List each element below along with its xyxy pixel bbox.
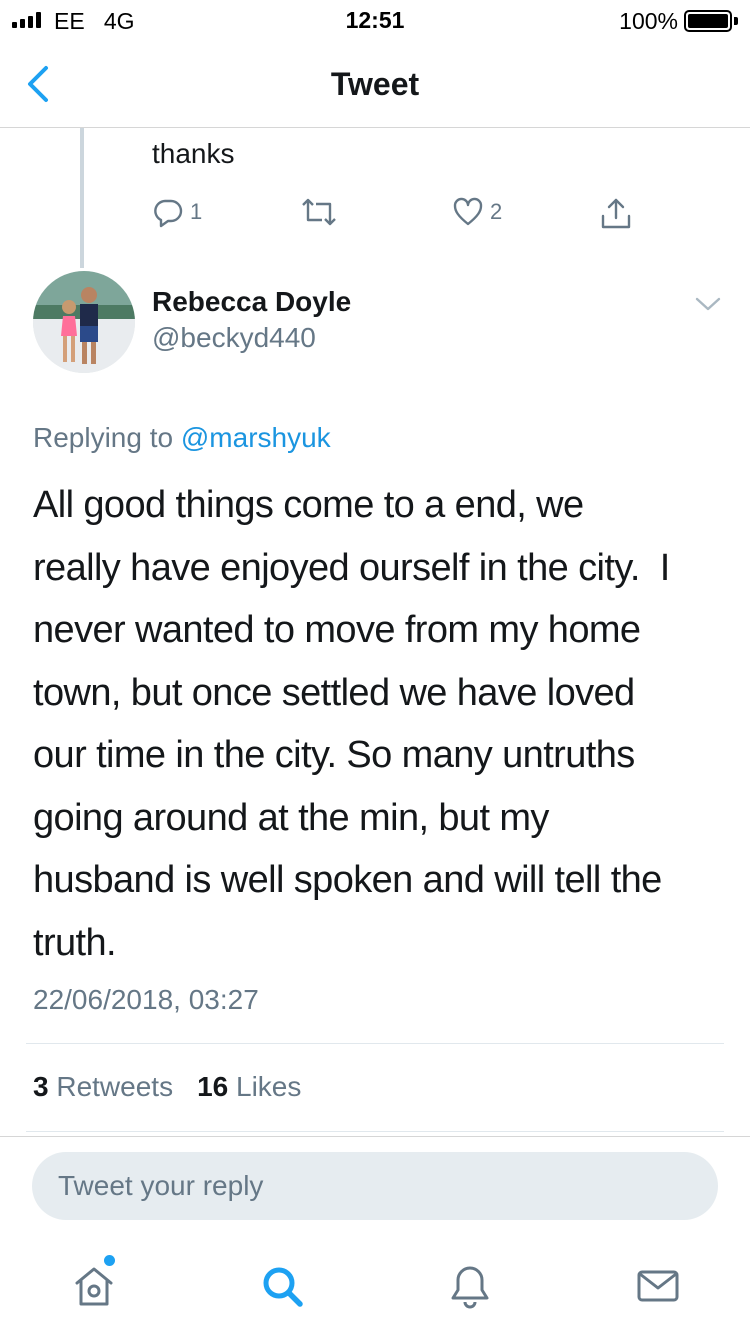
tab-home[interactable] [70,1262,118,1310]
tab-notifications[interactable] [446,1262,494,1310]
tweet-text-line: really have enjoyed ourself in the city.… [33,546,670,589]
tweet-options-button[interactable] [694,294,722,319]
replying-prefix: Replying to [33,422,174,453]
tab-bar [0,1238,750,1334]
author-handle[interactable]: @beckyd440 [152,322,316,354]
tweet-text-line: never wanted to move from my home [33,609,641,651]
status-bar: EE 4G 12:51 100% [0,0,750,40]
search-icon [263,1267,303,1307]
battery-percentage: 100% [619,8,678,34]
chevron-down-icon [695,297,721,311]
likes-stat-link[interactable]: 16 Likes [197,1071,301,1103]
reply-input-placeholder: Tweet your reply [58,1170,264,1201]
tweet-text-line: our time in the city. So many untruths [33,734,635,776]
reply-bar-divider [0,1136,750,1137]
navigation-bar: Tweet [0,40,750,128]
likes-count: 16 [197,1071,229,1102]
like-action-button[interactable]: 2 [452,196,502,228]
avatar[interactable] [33,271,135,373]
reply-input[interactable]: Tweet your reply [32,1152,718,1220]
retweets-stat-link[interactable]: 3 Retweets [33,1071,173,1103]
tab-messages[interactable] [634,1262,682,1310]
tweet-text-line: going around at the min, but my [33,796,549,839]
replying-to-mention-link[interactable]: @marshyuk [181,422,331,453]
tweet-text-line: husband is well spoken and will tell the [33,859,662,901]
tweet-text: All good things come to a end, we really… [33,474,733,974]
tweet-text-line: town, but once settled we have loved [33,671,635,714]
page-title: Tweet [330,66,420,102]
divider [26,1131,724,1132]
battery-icon [684,10,732,32]
author-name[interactable]: Rebecca Doyle [152,286,351,318]
retweets-label: Retweets [56,1071,174,1102]
tab-search[interactable] [258,1262,306,1310]
reply-action-button[interactable]: 1 [152,196,202,228]
tweet-text-line: All good things come to a end, we [33,484,584,526]
previous-tweet-text: thanks [152,138,235,169]
likes-label: Likes [236,1071,302,1102]
share-action-button[interactable] [598,196,634,232]
comment-icon [154,199,183,228]
tweet-timestamp: 22/06/2018, 03:27 [33,984,259,1015]
tweet-text-line: truth. [33,921,117,964]
divider [26,1043,724,1044]
retweets-count: 3 [33,1071,49,1102]
retweet-action-button[interactable] [300,196,338,228]
bell-icon [451,1266,489,1309]
replying-to: Replying to @marshyuk [33,422,331,454]
thread-connector-line [80,128,84,268]
retweet-icon [302,198,336,226]
envelope-icon [637,1270,679,1302]
home-icon [75,1267,113,1306]
share-icon [601,198,631,229]
reply-count: 1 [190,199,203,224]
tweet-stats: 3 Retweets 16 Likes [33,1071,301,1103]
like-count: 2 [490,199,503,224]
home-new-content-dot [104,1255,115,1266]
battery-tip [734,17,738,25]
heart-icon [453,197,483,226]
